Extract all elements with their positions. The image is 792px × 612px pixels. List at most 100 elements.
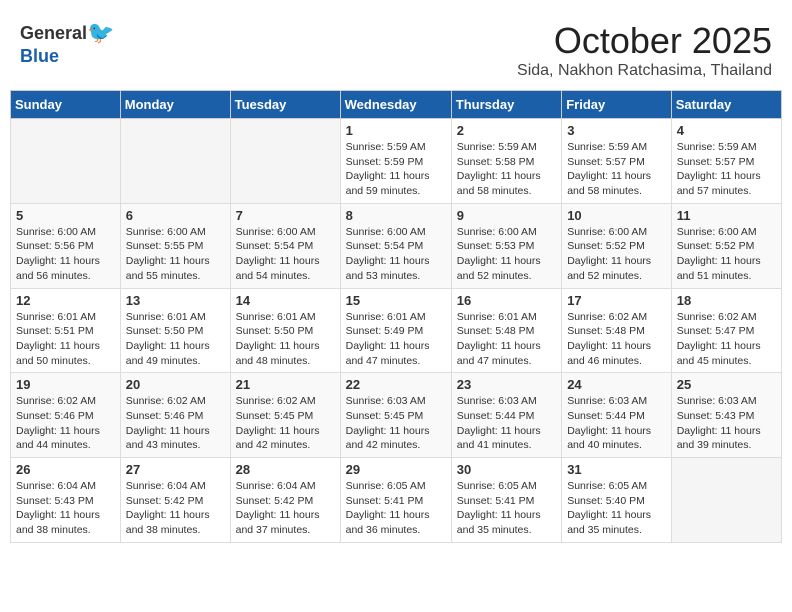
day-number: 15 <box>346 293 446 308</box>
day-number: 19 <box>16 377 115 392</box>
calendar-cell: 10 Sunrise: 6:00 AM Sunset: 5:52 PM Dayli… <box>562 203 672 288</box>
calendar-week-row: 1 Sunrise: 5:59 AM Sunset: 5:59 PM Daylig… <box>11 119 782 204</box>
day-of-week-header: Sunday <box>11 91 121 119</box>
day-info: Sunrise: 6:05 AM Sunset: 5:40 PM Dayligh… <box>567 479 666 538</box>
logo-general-text: General <box>20 23 87 44</box>
day-info: Sunrise: 6:01 AM Sunset: 5:50 PM Dayligh… <box>126 310 225 369</box>
day-of-week-header: Saturday <box>671 91 781 119</box>
day-number: 20 <box>126 377 225 392</box>
day-info: Sunrise: 6:05 AM Sunset: 5:41 PM Dayligh… <box>346 479 446 538</box>
day-info: Sunrise: 6:00 AM Sunset: 5:55 PM Dayligh… <box>126 225 225 284</box>
calendar-cell: 21 Sunrise: 6:02 AM Sunset: 5:45 PM Dayli… <box>230 373 340 458</box>
calendar-cell: 6 Sunrise: 6:00 AM Sunset: 5:55 PM Daylig… <box>120 203 230 288</box>
calendar-cell: 24 Sunrise: 6:03 AM Sunset: 5:44 PM Dayli… <box>562 373 672 458</box>
page-header: General 🐦 Blue October 2025 Sida, Nakhon… <box>10 10 782 85</box>
calendar-cell: 7 Sunrise: 6:00 AM Sunset: 5:54 PM Daylig… <box>230 203 340 288</box>
month-title: October 2025 <box>517 20 772 62</box>
day-number: 7 <box>236 208 335 223</box>
day-of-week-header: Thursday <box>451 91 561 119</box>
day-number: 29 <box>346 462 446 477</box>
day-number: 25 <box>677 377 776 392</box>
calendar-week-row: 5 Sunrise: 6:00 AM Sunset: 5:56 PM Daylig… <box>11 203 782 288</box>
calendar-cell: 19 Sunrise: 6:02 AM Sunset: 5:46 PM Dayli… <box>11 373 121 458</box>
calendar-cell: 12Sunrise: 6:01 AM Sunset: 5:51 PM Dayli… <box>11 288 121 373</box>
day-number: 26 <box>16 462 115 477</box>
day-number: 10 <box>567 208 666 223</box>
calendar-cell: 20Sunrise: 6:02 AM Sunset: 5:46 PM Dayli… <box>120 373 230 458</box>
calendar-cell: 17 Sunrise: 6:02 AM Sunset: 5:48 PM Dayli… <box>562 288 672 373</box>
day-info: Sunrise: 6:04 AM Sunset: 5:42 PM Dayligh… <box>126 479 225 538</box>
logo: General 🐦 Blue <box>20 20 114 67</box>
day-number: 24 <box>567 377 666 392</box>
calendar-week-row: 12Sunrise: 6:01 AM Sunset: 5:51 PM Dayli… <box>11 288 782 373</box>
day-of-week-header: Monday <box>120 91 230 119</box>
day-number: 1 <box>346 123 446 138</box>
calendar-cell: 3Sunrise: 5:59 AM Sunset: 5:57 PM Daylig… <box>562 119 672 204</box>
title-block: October 2025 Sida, Nakhon Ratchasima, Th… <box>517 20 772 80</box>
day-number: 18 <box>677 293 776 308</box>
day-info: Sunrise: 6:02 AM Sunset: 5:47 PM Dayligh… <box>677 310 776 369</box>
day-number: 8 <box>346 208 446 223</box>
calendar-cell: 11 Sunrise: 6:00 AM Sunset: 5:52 PM Dayli… <box>671 203 781 288</box>
day-of-week-header: Tuesday <box>230 91 340 119</box>
day-info: Sunrise: 6:00 AM Sunset: 5:54 PM Dayligh… <box>236 225 335 284</box>
day-info: Sunrise: 6:03 AM Sunset: 5:44 PM Dayligh… <box>567 394 666 453</box>
day-info: Sunrise: 6:02 AM Sunset: 5:48 PM Dayligh… <box>567 310 666 369</box>
calendar-cell: 23 Sunrise: 6:03 AM Sunset: 5:44 PM Dayli… <box>451 373 561 458</box>
day-number: 14 <box>236 293 335 308</box>
day-info: Sunrise: 5:59 AM Sunset: 5:58 PM Dayligh… <box>457 140 556 199</box>
calendar-cell: 31Sunrise: 6:05 AM Sunset: 5:40 PM Dayli… <box>562 458 672 543</box>
day-info: Sunrise: 5:59 AM Sunset: 5:57 PM Dayligh… <box>677 140 776 199</box>
day-info: Sunrise: 6:01 AM Sunset: 5:48 PM Dayligh… <box>457 310 556 369</box>
day-number: 17 <box>567 293 666 308</box>
day-info: Sunrise: 5:59 AM Sunset: 5:59 PM Dayligh… <box>346 140 446 199</box>
calendar-cell <box>230 119 340 204</box>
day-number: 2 <box>457 123 556 138</box>
day-number: 28 <box>236 462 335 477</box>
logo-bird-icon: 🐦 <box>87 20 114 46</box>
day-info: Sunrise: 6:01 AM Sunset: 5:50 PM Dayligh… <box>236 310 335 369</box>
calendar-table: SundayMondayTuesdayWednesdayThursdayFrid… <box>10 90 782 543</box>
day-of-week-header: Wednesday <box>340 91 451 119</box>
day-info: Sunrise: 6:00 AM Sunset: 5:52 PM Dayligh… <box>567 225 666 284</box>
day-info: Sunrise: 6:00 AM Sunset: 5:56 PM Dayligh… <box>16 225 115 284</box>
day-number: 23 <box>457 377 556 392</box>
calendar-cell: 2 Sunrise: 5:59 AM Sunset: 5:58 PM Daylig… <box>451 119 561 204</box>
day-info: Sunrise: 6:02 AM Sunset: 5:45 PM Dayligh… <box>236 394 335 453</box>
day-info: Sunrise: 6:00 AM Sunset: 5:54 PM Dayligh… <box>346 225 446 284</box>
calendar-cell <box>671 458 781 543</box>
day-number: 4 <box>677 123 776 138</box>
day-info: Sunrise: 6:05 AM Sunset: 5:41 PM Dayligh… <box>457 479 556 538</box>
calendar-cell: 4 Sunrise: 5:59 AM Sunset: 5:57 PM Daylig… <box>671 119 781 204</box>
day-number: 6 <box>126 208 225 223</box>
day-number: 11 <box>677 208 776 223</box>
day-number: 22 <box>346 377 446 392</box>
day-info: Sunrise: 6:00 AM Sunset: 5:52 PM Dayligh… <box>677 225 776 284</box>
day-number: 27 <box>126 462 225 477</box>
calendar-week-row: 26Sunrise: 6:04 AM Sunset: 5:43 PM Dayli… <box>11 458 782 543</box>
day-info: Sunrise: 6:01 AM Sunset: 5:51 PM Dayligh… <box>16 310 115 369</box>
day-number: 13 <box>126 293 225 308</box>
logo-blue-text: Blue <box>20 46 59 67</box>
calendar-cell: 29 Sunrise: 6:05 AM Sunset: 5:41 PM Dayli… <box>340 458 451 543</box>
calendar-cell <box>120 119 230 204</box>
day-info: Sunrise: 6:03 AM Sunset: 5:45 PM Dayligh… <box>346 394 446 453</box>
calendar-cell <box>11 119 121 204</box>
calendar-cell: 15Sunrise: 6:01 AM Sunset: 5:49 PM Dayli… <box>340 288 451 373</box>
location-title: Sida, Nakhon Ratchasima, Thailand <box>517 62 772 80</box>
day-number: 5 <box>16 208 115 223</box>
day-info: Sunrise: 6:04 AM Sunset: 5:42 PM Dayligh… <box>236 479 335 538</box>
calendar-body: 1 Sunrise: 5:59 AM Sunset: 5:59 PM Daylig… <box>11 119 782 543</box>
day-info: Sunrise: 6:03 AM Sunset: 5:44 PM Dayligh… <box>457 394 556 453</box>
day-number: 21 <box>236 377 335 392</box>
day-info: Sunrise: 6:02 AM Sunset: 5:46 PM Dayligh… <box>16 394 115 453</box>
calendar-cell: 14 Sunrise: 6:01 AM Sunset: 5:50 PM Dayli… <box>230 288 340 373</box>
calendar-cell: 16Sunrise: 6:01 AM Sunset: 5:48 PM Dayli… <box>451 288 561 373</box>
calendar-cell: 18 Sunrise: 6:02 AM Sunset: 5:47 PM Dayli… <box>671 288 781 373</box>
day-number: 3 <box>567 123 666 138</box>
calendar-cell: 1 Sunrise: 5:59 AM Sunset: 5:59 PM Daylig… <box>340 119 451 204</box>
calendar-week-row: 19 Sunrise: 6:02 AM Sunset: 5:46 PM Dayli… <box>11 373 782 458</box>
calendar-cell: 25 Sunrise: 6:03 AM Sunset: 5:43 PM Dayli… <box>671 373 781 458</box>
day-info: Sunrise: 6:03 AM Sunset: 5:43 PM Dayligh… <box>677 394 776 453</box>
calendar-cell: 5 Sunrise: 6:00 AM Sunset: 5:56 PM Daylig… <box>11 203 121 288</box>
